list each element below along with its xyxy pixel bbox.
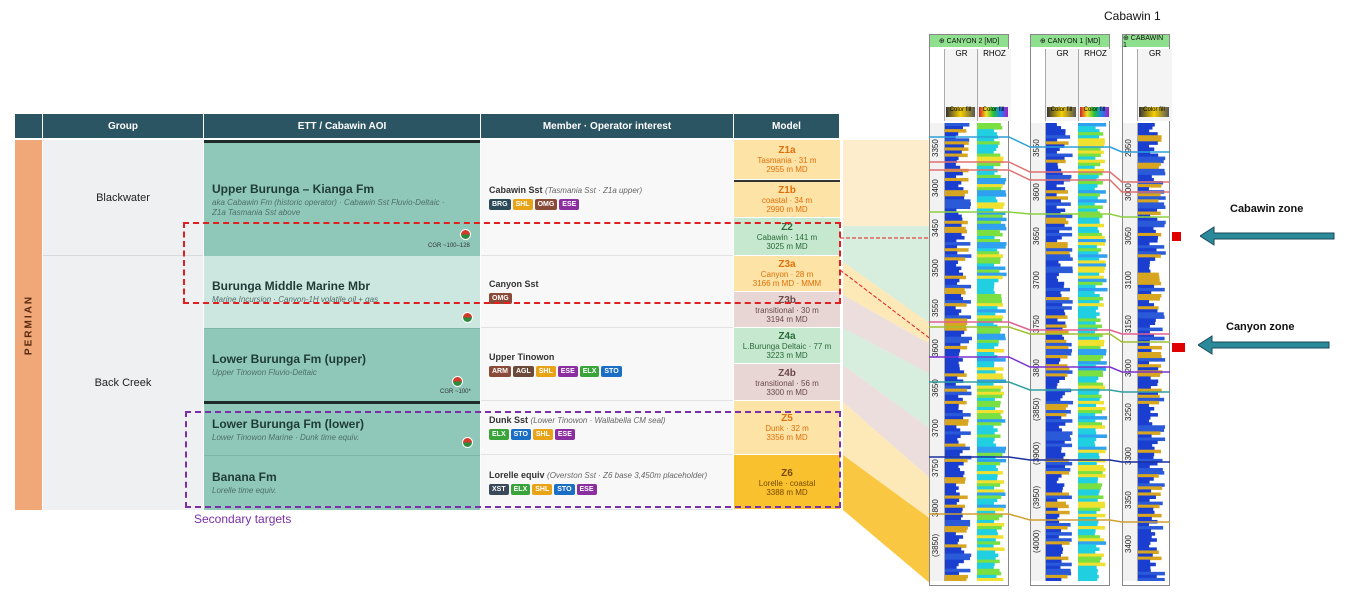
member-name: Upper Tinowon: [489, 351, 555, 362]
zone-desc: transitional · 30 m: [755, 306, 819, 315]
zone-z1a: Z1a Tasmania · 31 m 2955 m MD: [734, 140, 840, 180]
cabawin-zone-label: Cabawin zone: [1230, 203, 1304, 215]
pie-marker-icon: [452, 376, 463, 387]
secondary-targets-label: Secondary targets: [194, 512, 292, 526]
zone-desc: transitional · 56 m: [755, 378, 819, 388]
group-blackwater: Blackwater: [43, 140, 203, 256]
tag-shl: SHL: [512, 199, 533, 210]
ett-subtitle: aka Cabawin Fm (historic operator) · Cab…: [212, 197, 445, 207]
ett-lower-burunga-upper: Lower Burunga Fm (upper) Upper Tinowon F…: [204, 328, 480, 401]
header-ett: ETT / Cabawin AOI: [204, 114, 481, 138]
tag-agl: AGL: [512, 365, 534, 377]
tag-ese: ESE: [559, 199, 580, 210]
tag-list: ARM AGL SHL ESE ELX STO: [489, 365, 733, 377]
member-note: (Tasmania Sst · Z1a upper): [545, 186, 643, 195]
color-fill-legend: Color fill: [1080, 107, 1109, 117]
zone-md: 3300 m MD: [766, 387, 808, 397]
header-corner: [15, 114, 42, 138]
zone-desc: coastal · 34 m: [761, 196, 813, 205]
tag-omg: OMG: [534, 199, 558, 210]
header-group: Group: [43, 114, 204, 138]
zone-code: Z4a: [778, 331, 796, 342]
cgr-label: CGR ~100*: [440, 389, 471, 395]
pie-marker-icon: [462, 312, 473, 323]
ett-subtitle: Upper Tinowon Fluvio-Deltaic: [212, 368, 317, 377]
color-fill-legend: Color fill: [1047, 107, 1076, 117]
well-title-cabawin-1: Cabawin 1: [1104, 9, 1161, 23]
zone-md: 2990 m MD: [766, 205, 808, 214]
ett-subtitle-2: Z1a Tasmania Sst above: [212, 207, 301, 217]
canyon-zone-label: Canyon zone: [1226, 321, 1295, 333]
zone-md: 3194 m MD: [766, 315, 808, 324]
zone-z4a: Z4a L.Burunga Deltaic · 77 m 3223 m MD: [734, 328, 840, 364]
color-fill-legend: Color fill: [946, 107, 975, 117]
cabawin-canyon-highlight-box: [183, 222, 841, 304]
tag-list: BRG SHL OMG ESE: [489, 199, 733, 210]
zone-code: Z4b: [778, 367, 796, 379]
zone-desc: Tasmania · 31 m: [757, 156, 817, 165]
zone-code: Z1a: [778, 145, 796, 156]
cabawin-zone-arrow-icon: [1200, 226, 1335, 246]
color-fill-legend: Color fill: [1139, 107, 1169, 117]
group-back-creek: Back Creek: [43, 256, 203, 510]
tag-ese: ESE: [557, 365, 578, 377]
ett-title: Lower Burunga Fm (upper): [212, 352, 366, 366]
era-label: PERMIAN: [23, 294, 34, 356]
ett-title: Upper Burunga – Kianga Fm: [212, 181, 375, 196]
header-model: Model: [734, 114, 840, 138]
well-header: ⊕ CANYON 1 [MD]: [1031, 35, 1109, 47]
correlation-lines: [929, 136, 1170, 523]
tag-shl: SHL: [535, 365, 556, 377]
member-name: Cabawin Sst: [489, 185, 543, 195]
secondary-targets-box: [185, 411, 841, 508]
well-header: ⊕ CABAWIN 1: [1123, 35, 1169, 49]
tag-brg: BRG: [489, 199, 511, 210]
tag-arm: ARM: [489, 365, 511, 377]
zone-z4b: Z4b transitional · 56 m 3300 m MD: [734, 364, 840, 401]
tag-elx: ELX: [579, 365, 600, 377]
zone-md: 3223 m MD: [766, 351, 808, 360]
tag-sto: STO: [601, 365, 622, 377]
zone-md: 2955 m MD: [766, 165, 808, 174]
zone-z1b: Z1b coastal · 34 m 2990 m MD: [734, 180, 840, 218]
header-member: Member · Operator interest: [481, 114, 734, 138]
color-fill-legend: Color fill: [979, 107, 1008, 117]
member-upper-tinowon: Upper Tinowon ARM AGL SHL ESE ELX STO: [481, 328, 733, 401]
zone-code: Z1b: [778, 185, 796, 196]
zone-desc: L.Burunga Deltaic · 77 m: [742, 342, 832, 351]
canyon-zone-arrow-icon: [1198, 335, 1330, 355]
era-permian: PERMIAN: [15, 140, 42, 510]
correlation-fan: [840, 140, 932, 585]
well-header: ⊕ CANYON 2 [MD]: [930, 35, 1008, 47]
